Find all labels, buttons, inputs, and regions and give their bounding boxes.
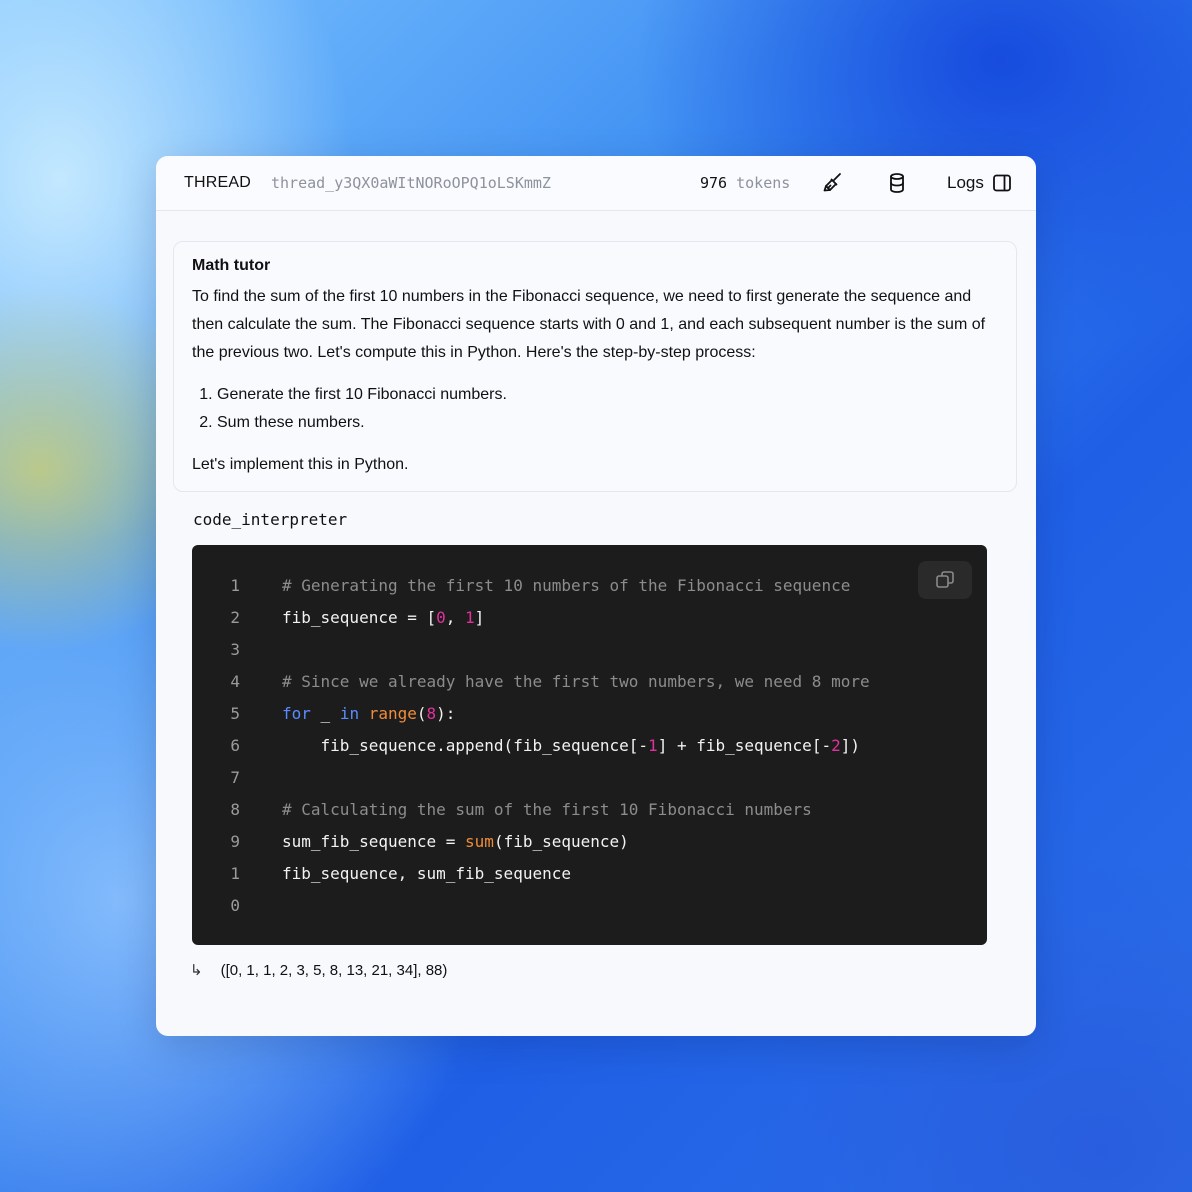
- code-line: 8# Calculating the sum of the first 10 F…: [192, 793, 987, 825]
- message-author: Math tutor: [192, 257, 998, 275]
- logs-label: Logs: [947, 173, 984, 193]
- code-output: ↳ ([0, 1, 1, 2, 3, 5, 8, 13, 21, 34], 88…: [190, 961, 447, 979]
- code-line: 6 fib_sequence.append(fib_sequence[-1] +…: [192, 729, 987, 761]
- token-count-unit: tokens: [736, 174, 790, 192]
- assistant-message: Math tutor To find the sum of the first …: [173, 241, 1017, 492]
- broom-icon[interactable]: [821, 171, 845, 195]
- code-line: 5for _ in range(8):: [192, 697, 987, 729]
- code-text: for _ in range(8):: [282, 704, 455, 723]
- panel-toggle-icon: [992, 173, 1012, 193]
- thread-header: THREAD thread_y3QX0aWItNORoOPQ1oLSKmmZ 9…: [156, 156, 1036, 211]
- line-number: 1: [192, 864, 282, 883]
- code-line: 1fib_sequence, sum_fib_sequence: [192, 857, 987, 889]
- message-intro: To find the sum of the first 10 numbers …: [192, 283, 998, 367]
- message-closing: Let's implement this in Python.: [192, 451, 998, 479]
- code-line: 1# Generating the first 10 numbers of th…: [192, 569, 987, 601]
- list-item: Generate the first 10 Fibonacci numbers.: [217, 381, 998, 409]
- code-lines: 1# Generating the first 10 numbers of th…: [192, 569, 987, 921]
- line-number: 0: [192, 896, 282, 915]
- thread-id[interactable]: thread_y3QX0aWItNORoOPQ1oLSKmmZ: [271, 174, 551, 192]
- thread-panel: THREAD thread_y3QX0aWItNORoOPQ1oLSKmmZ 9…: [156, 156, 1036, 1036]
- code-text: sum_fib_sequence = sum(fib_sequence): [282, 832, 629, 851]
- code-line: 3: [192, 633, 987, 665]
- copy-icon: [934, 569, 956, 591]
- logs-button[interactable]: Logs: [947, 173, 1012, 193]
- line-number: 6: [192, 736, 282, 755]
- code-text: fib_sequence = [0, 1]: [282, 608, 484, 627]
- line-number: 7: [192, 768, 282, 787]
- list-item: Sum these numbers.: [217, 409, 998, 437]
- tool-name: code_interpreter: [193, 510, 347, 529]
- line-number: 9: [192, 832, 282, 851]
- code-line: 9sum_fib_sequence = sum(fib_sequence): [192, 825, 987, 857]
- output-arrow-icon: ↳: [190, 961, 203, 979]
- code-text: fib_sequence, sum_fib_sequence: [282, 864, 571, 883]
- line-number: 8: [192, 800, 282, 819]
- copy-button[interactable]: [918, 561, 972, 599]
- steps-list: Generate the first 10 Fibonacci numbers.…: [192, 381, 998, 437]
- token-count-value: 976: [700, 174, 727, 192]
- code-line: 0: [192, 889, 987, 921]
- code-line: 4# Since we already have the first two n…: [192, 665, 987, 697]
- line-number: 3: [192, 640, 282, 659]
- code-text: fib_sequence.append(fib_sequence[-1] + f…: [282, 736, 860, 755]
- code-line: 7: [192, 761, 987, 793]
- code-text: # Calculating the sum of the first 10 Fi…: [282, 800, 812, 819]
- code-text: # Since we already have the first two nu…: [282, 672, 870, 691]
- output-text: ([0, 1, 1, 2, 3, 5, 8, 13, 21, 34], 88): [221, 962, 448, 979]
- code-line: 2fib_sequence = [0, 1]: [192, 601, 987, 633]
- code-text: # Generating the first 10 numbers of the…: [282, 576, 850, 595]
- thread-label: THREAD: [184, 174, 251, 192]
- line-number: 1: [192, 576, 282, 595]
- line-number: 2: [192, 608, 282, 627]
- database-icon[interactable]: [885, 171, 909, 195]
- line-number: 5: [192, 704, 282, 723]
- code-block: 1# Generating the first 10 numbers of th…: [192, 545, 987, 945]
- line-number: 4: [192, 672, 282, 691]
- token-count: 976 tokens: [700, 174, 790, 192]
